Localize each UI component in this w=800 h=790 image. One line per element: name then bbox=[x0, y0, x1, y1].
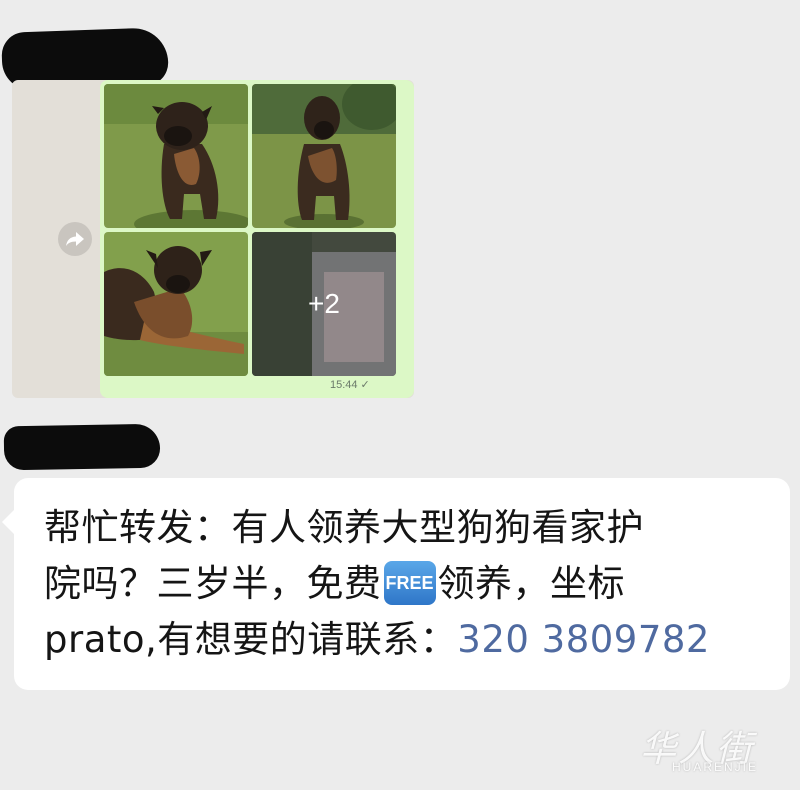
timestamp-text: 15:44 bbox=[330, 379, 358, 391]
phone-number-link[interactable]: 320 3809782 bbox=[457, 618, 710, 661]
dog-photo-3[interactable] bbox=[104, 232, 248, 376]
forward-icon bbox=[66, 232, 84, 246]
site-watermark: 华人街 HUARENJIE bbox=[640, 720, 756, 774]
free-badge-icon: FREE bbox=[383, 560, 436, 605]
text-message-body: 帮忙转发：有人领养大型狗狗看家护 院吗？三岁半，免费 FREE 领养，坐标 prat… bbox=[44, 500, 784, 668]
message-line-2-a: 院吗？三岁半，免费 bbox=[44, 562, 382, 605]
forward-button[interactable] bbox=[58, 222, 92, 256]
redacted-sender-name-2 bbox=[3, 423, 161, 471]
watermark-en: HUARENJIE bbox=[672, 760, 759, 774]
check-icon: ✓ bbox=[360, 379, 370, 391]
message-line-3: prato,有想要的请联系：320 3809782 bbox=[44, 612, 784, 668]
more-photos-count: +2 bbox=[308, 288, 340, 319]
message-line-2: 院吗？三岁半，免费 FREE 领养，坐标 bbox=[44, 556, 784, 612]
message-line-2-b: 领养，坐标 bbox=[437, 562, 625, 605]
image-message-time: 15:44 ✓ bbox=[330, 378, 370, 391]
message-line-1: 帮忙转发：有人领养大型狗狗看家护 bbox=[44, 506, 644, 549]
message-line-3-a: prato,有想要的请联系： bbox=[44, 618, 458, 661]
dog-photo-1[interactable] bbox=[104, 84, 248, 228]
blurred-more-photos[interactable]: +2 bbox=[252, 232, 396, 376]
dog-photo-2[interactable] bbox=[252, 84, 396, 228]
